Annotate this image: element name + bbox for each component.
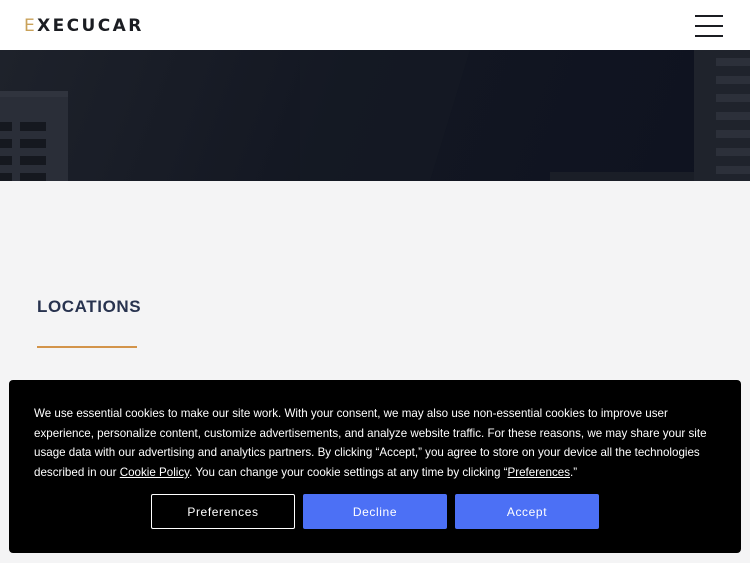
preferences-button[interactable]: Preferences bbox=[151, 494, 295, 529]
hamburger-menu-icon[interactable] bbox=[693, 14, 725, 38]
cookie-consent-banner: We use essential cookies to make our sit… bbox=[9, 380, 741, 553]
cookie-text-middle: . You can change your cookie settings at… bbox=[189, 466, 508, 480]
hero-banner bbox=[0, 50, 750, 181]
accept-button[interactable]: Accept bbox=[455, 494, 599, 529]
site-header: EXECUCAR bbox=[0, 0, 750, 50]
preferences-link[interactable]: Preferences bbox=[507, 466, 570, 479]
decline-button[interactable]: Decline bbox=[303, 494, 447, 529]
logo-e-letter: E bbox=[24, 16, 38, 36]
execucar-logo[interactable]: EXECUCAR bbox=[24, 15, 144, 37]
locations-heading: LOCATIONS bbox=[37, 297, 142, 316]
city-skyline-illustration bbox=[0, 50, 750, 181]
heading-underline bbox=[37, 346, 137, 348]
cookie-text-end: .” bbox=[570, 466, 578, 480]
cookie-consent-text: We use essential cookies to make our sit… bbox=[34, 404, 720, 483]
cookie-policy-link[interactable]: Cookie Policy bbox=[120, 466, 189, 479]
logo-wordmark: XECUCAR bbox=[37, 16, 144, 36]
